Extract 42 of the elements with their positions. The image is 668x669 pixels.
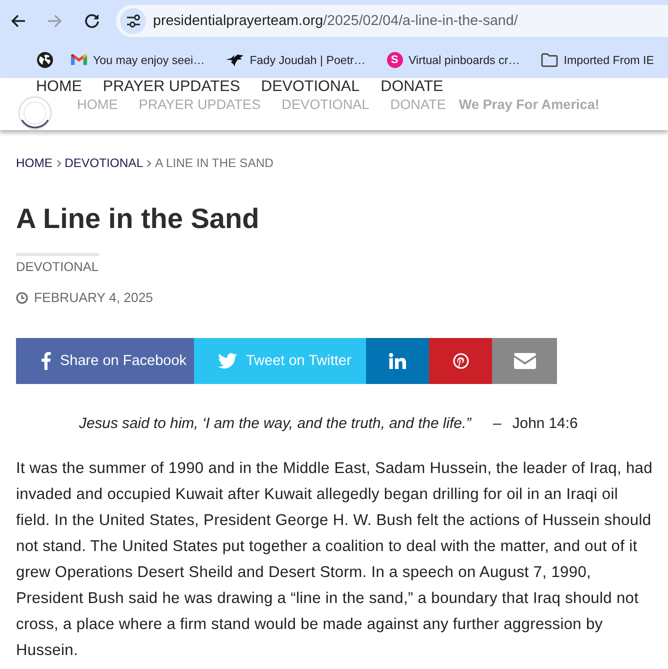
breadcrumb-current: A LINE IN THE SAND xyxy=(155,156,274,171)
pinterest-icon xyxy=(452,353,468,369)
category-link[interactable]: DEVOTIONAL xyxy=(16,253,98,274)
menu-link[interactable]: HOME xyxy=(36,78,82,95)
email-share-button[interactable] xyxy=(492,338,557,384)
folder-icon xyxy=(540,53,558,67)
bookmark-item[interactable]: Imported From IE xyxy=(540,53,654,67)
bookmark-item[interactable]: Fady Joudah | Poetr… xyxy=(226,54,366,66)
bookmark-item[interactable]: S Virtual pinboards cr… xyxy=(386,52,520,68)
chevron-icon xyxy=(56,160,61,167)
quote-reference: John 14:6 xyxy=(512,415,578,434)
reload-icon[interactable] xyxy=(84,13,100,29)
pinterest-share-button[interactable] xyxy=(429,338,492,384)
envelope-icon xyxy=(514,353,536,369)
menu-link[interactable]: DONATE xyxy=(380,78,444,95)
linkedin-icon xyxy=(389,353,406,369)
m-logo-icon xyxy=(71,54,87,66)
facebook-share-button[interactable]: Share on Facebook xyxy=(16,338,194,384)
seal-logo-icon[interactable] xyxy=(18,96,52,130)
facebook-icon xyxy=(41,352,51,370)
bookmark-item[interactable]: You may enjoy seei… xyxy=(71,54,205,66)
site-badge-icon: S xyxy=(386,52,403,68)
bird-icon xyxy=(218,353,237,369)
site-tagline: We Pray For America! xyxy=(458,97,600,112)
address-bar[interactable]: presidentialprayerteam.org/2025/02/04/a-line-in-the-sand/ xyxy=(116,5,668,37)
tune-icon[interactable] xyxy=(120,8,146,34)
menu-link[interactable]: PRAYER UPDATES xyxy=(102,78,240,95)
clock-icon xyxy=(16,292,28,304)
breadcrumb-link[interactable]: HOME xyxy=(16,156,53,171)
bird-icon xyxy=(226,54,244,66)
back-icon[interactable] xyxy=(10,13,26,29)
post-title: A Line in the Sand xyxy=(16,202,260,236)
chevron-icon xyxy=(147,160,152,167)
post-date: FEBRUARY 4, 2025 xyxy=(34,290,153,305)
quote-dash: – xyxy=(493,415,502,434)
globe-icon xyxy=(37,52,53,68)
quote-text: Jesus said to him, ‘I am the way, and the truth, and the life.” xyxy=(79,415,472,434)
breadcrumb-link[interactable]: DEVOTIONAL xyxy=(64,156,144,171)
menu-link[interactable]: DEVOTIONAL xyxy=(261,78,360,95)
linkedin-share-button[interactable] xyxy=(366,338,429,384)
body-paragraph: It was the summer of 1990 and in the Middle East, Sadam Hussein, the leader of Iraq, had invaded and occupied Kuwait after Kuwait allegedly began drilling for oil in an Iraqi oil field. In the United States, President George H. W. Bush felt the actions of Hussein should not stand. The United States put together a coalition to deal with the matter, and out of it grew Operations Desert Sheild and Desert Storm. In a speech on August 7, 1990, President Bush said he was drawing a “line in the sand,” a boundary that Iraq should not cross, a place where a firm stand would be made against any further aggression by Hussein. xyxy=(16,459,653,661)
url-text: presidentialprayerteam.org/2025/02/04/a-line-in-the-sand/ xyxy=(153,13,518,29)
